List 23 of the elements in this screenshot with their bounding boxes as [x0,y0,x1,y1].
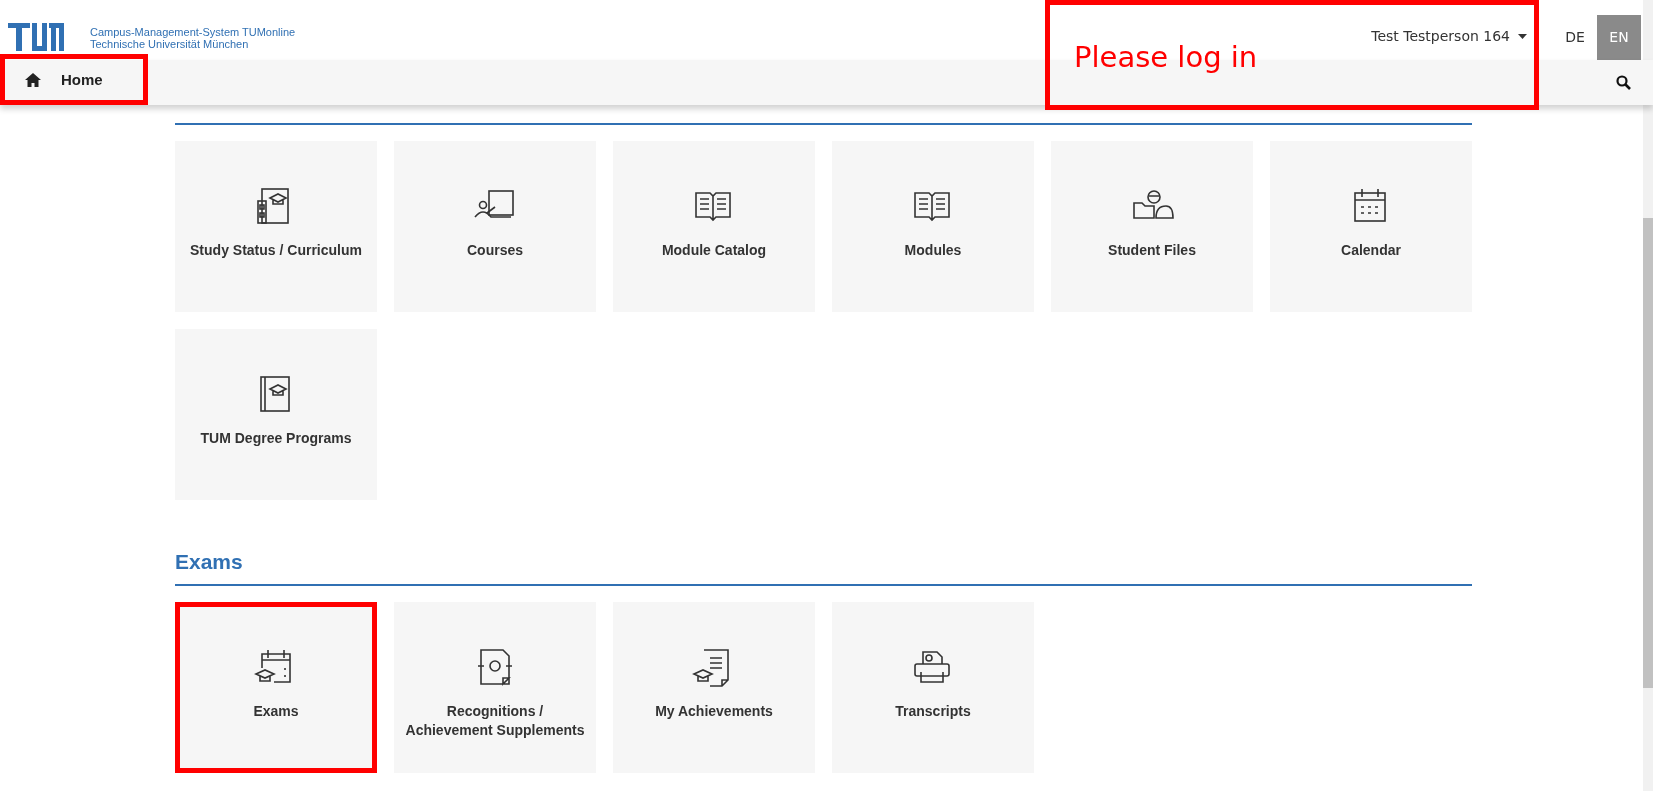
app-tile[interactable]: My Achievements [613,602,815,773]
home-link[interactable]: Home [0,54,148,105]
university-logo [8,23,64,51]
app-tile[interactable]: Study Status / Curriculum [175,141,377,312]
app-tile[interactable]: Module Catalog [613,141,815,312]
scrollbar[interactable] [1643,0,1653,791]
app-tile[interactable]: Transcripts [832,602,1034,773]
app-tile[interactable]: TUM Degree Programs [175,329,377,500]
app-tile[interactable]: Student Files [1051,141,1253,312]
caret-icon [1518,33,1527,39]
system-name: Campus-Management-System TUMonline [90,26,296,38]
language-button[interactable]: DE [1553,14,1597,60]
app-tile[interactable]: Modules [832,141,1034,312]
section-heading: Exams [175,550,244,574]
user-menu[interactable]: Test Testperson 164 [1365,27,1533,45]
app-tile[interactable]: Courses [394,141,596,312]
university-name: Technische Universität München [90,38,250,50]
search-icon[interactable] [1616,75,1631,90]
app-tile[interactable]: Exams [175,602,377,773]
app-tile[interactable]: Calendar [1270,141,1472,312]
home-icon [25,72,41,87]
app-tile[interactable]: Recognitions / Achievement Supplements [394,602,596,773]
annotation-text: Please log in [1074,40,1258,74]
